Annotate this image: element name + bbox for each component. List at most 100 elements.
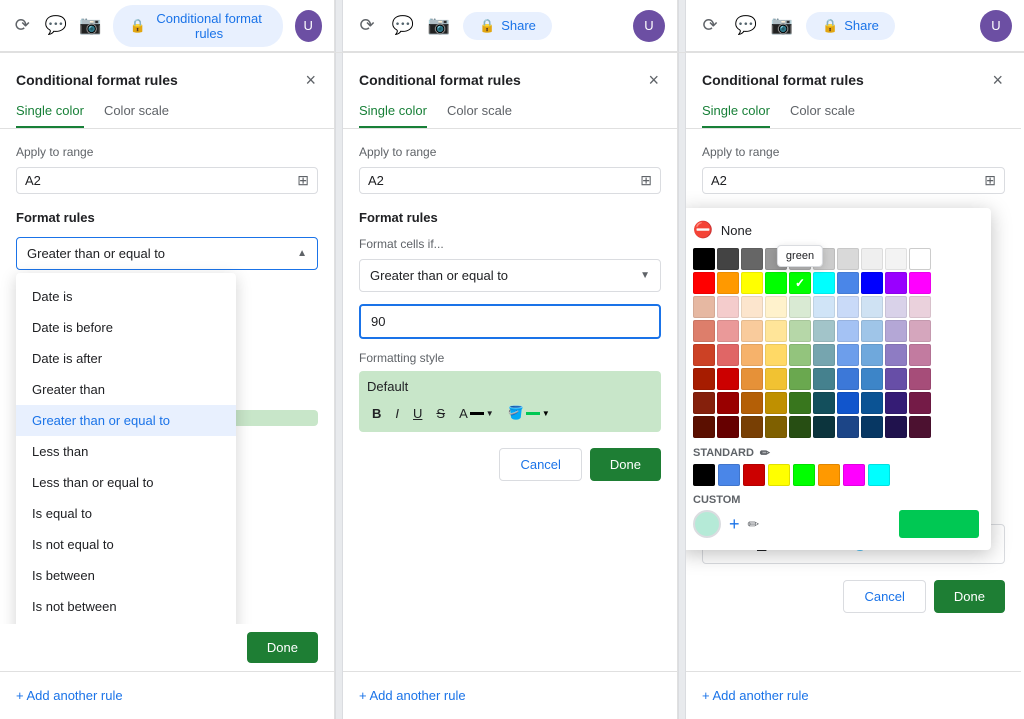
underline-btn-2[interactable]: U — [408, 403, 427, 424]
text-color-btn-2[interactable]: A ▼ — [454, 403, 499, 424]
color-red2[interactable] — [693, 344, 715, 366]
color-blue-light[interactable] — [837, 272, 859, 294]
color-orange2[interactable] — [741, 344, 763, 366]
color-very-dark-red[interactable] — [693, 416, 715, 438]
color-red[interactable] — [693, 272, 715, 294]
color-red4[interactable] — [717, 368, 739, 390]
dd-item-less-than[interactable]: Less than — [16, 436, 236, 467]
color-green-selected[interactable]: green ✓ — [789, 272, 811, 294]
color-teal3[interactable] — [813, 368, 835, 390]
dd-item-date-before[interactable]: Date is before — [16, 312, 236, 343]
color-very-dark-orange[interactable] — [741, 416, 763, 438]
camera-icon-3[interactable]: 📷 — [770, 14, 794, 38]
add-rule-2[interactable]: + Add another rule — [343, 671, 677, 719]
grid-icon-2[interactable]: ⊞ — [640, 172, 652, 189]
color-green2[interactable] — [789, 320, 811, 342]
color-very-dark-purple[interactable] — [885, 416, 907, 438]
color-magenta[interactable] — [909, 272, 931, 294]
add-custom-color-btn[interactable]: + — [729, 514, 740, 535]
color-very-dark-yellow[interactable] — [765, 416, 787, 438]
std-red[interactable] — [743, 464, 765, 486]
color-pink5[interactable] — [909, 368, 931, 390]
color-blue-light3[interactable] — [861, 296, 883, 318]
value-input-2[interactable] — [359, 304, 661, 339]
color-dark-red2[interactable] — [693, 392, 715, 414]
color-gray5[interactable] — [885, 248, 907, 270]
color-pink-light[interactable] — [717, 296, 739, 318]
color-dark1[interactable] — [717, 248, 739, 270]
color-yellow-light[interactable] — [765, 296, 787, 318]
tab-single-color-1[interactable]: Single color — [16, 103, 84, 128]
range-input-row-3[interactable]: ⊞ — [702, 167, 1005, 194]
dd-item-custom[interactable]: Custom formula is — [16, 622, 236, 624]
color-pink4[interactable] — [909, 344, 931, 366]
cp-none-row[interactable]: ⛔ None — [693, 220, 979, 240]
chat-icon-2[interactable]: 💬 — [391, 14, 415, 38]
color-very-dark-red2[interactable] — [717, 416, 739, 438]
color-red-light[interactable] — [717, 320, 739, 342]
add-rule-1[interactable]: + Add another rule — [0, 671, 334, 719]
color-purple4[interactable] — [885, 368, 907, 390]
color-purple3[interactable] — [885, 344, 907, 366]
range-input-2[interactable] — [368, 173, 640, 188]
format-cells-dropdown-1[interactable]: Greater than or equal to ▲ — [16, 237, 318, 270]
panel-2-close[interactable]: × — [646, 69, 661, 91]
format-cells-dropdown-2[interactable]: Greater than or equal to ▼ — [359, 259, 661, 292]
color-dark-pink[interactable] — [909, 392, 931, 414]
color-blue3[interactable] — [837, 320, 859, 342]
share-button-2[interactable]: 🔒 Share — [463, 12, 552, 40]
color-purple[interactable] — [885, 272, 907, 294]
tab-color-scale-1[interactable]: Color scale — [104, 103, 169, 128]
fill-color-btn-2[interactable]: 🪣 ▼ — [503, 402, 555, 424]
tab-single-color-3[interactable]: Single color — [702, 103, 770, 128]
color-very-dark-blue[interactable] — [837, 416, 859, 438]
tab-color-scale-2[interactable]: Color scale — [447, 103, 512, 128]
chat-icon[interactable]: 💬 — [45, 14, 67, 38]
color-pink2[interactable] — [909, 296, 931, 318]
custom-swatch[interactable] — [693, 510, 721, 538]
std-green[interactable] — [793, 464, 815, 486]
color-blue4[interactable] — [861, 320, 883, 342]
history-icon-2[interactable]: ⟳ — [355, 14, 379, 38]
done-button-1[interactable]: Done — [247, 632, 318, 663]
color-black[interactable] — [693, 248, 715, 270]
color-peach[interactable] — [693, 296, 715, 318]
color-dark-orange[interactable] — [741, 392, 763, 414]
panel-1-close[interactable]: × — [303, 69, 318, 91]
std-yellow[interactable] — [768, 464, 790, 486]
dd-item-not-between[interactable]: Is not between — [16, 591, 236, 622]
panel-3-close[interactable]: × — [990, 69, 1005, 91]
color-blue5[interactable] — [837, 344, 859, 366]
camera-icon[interactable]: 📷 — [79, 14, 101, 38]
done-button-3[interactable]: Done — [934, 580, 1005, 613]
color-blue6[interactable] — [861, 344, 883, 366]
share-button-3[interactable]: 🔒 Share — [806, 12, 895, 40]
italic-btn-2[interactable]: I — [390, 403, 404, 424]
color-very-dark-pink[interactable] — [909, 416, 931, 438]
color-green-light[interactable] — [789, 296, 811, 318]
color-blue7[interactable] — [837, 368, 859, 390]
color-dark-yellow[interactable] — [765, 392, 787, 414]
done-button-2[interactable]: Done — [590, 448, 661, 481]
color-green3[interactable] — [789, 344, 811, 366]
edit-standard-icon[interactable]: ✏ — [760, 446, 770, 460]
std-blue[interactable] — [718, 464, 740, 486]
dd-item-lte[interactable]: Less than or equal to — [16, 467, 236, 498]
std-black[interactable] — [693, 464, 715, 486]
color-very-dark-blue2[interactable] — [861, 416, 883, 438]
dd-item-equal[interactable]: Is equal to — [16, 498, 236, 529]
color-salmon[interactable] — [693, 320, 715, 342]
color-blue[interactable] — [861, 272, 883, 294]
std-cyan[interactable] — [868, 464, 890, 486]
color-blue8[interactable] — [861, 368, 883, 390]
color-pink3[interactable] — [909, 320, 931, 342]
cancel-button-2[interactable]: Cancel — [499, 448, 581, 481]
color-cyan[interactable] — [813, 272, 835, 294]
color-orange3[interactable] — [741, 368, 763, 390]
color-green4[interactable] — [789, 368, 811, 390]
color-gray3[interactable] — [837, 248, 859, 270]
range-input-row-1[interactable]: ⊞ — [16, 167, 318, 194]
std-magenta[interactable] — [843, 464, 865, 486]
grid-icon-3[interactable]: ⊞ — [984, 172, 996, 189]
camera-icon-2[interactable]: 📷 — [427, 14, 451, 38]
